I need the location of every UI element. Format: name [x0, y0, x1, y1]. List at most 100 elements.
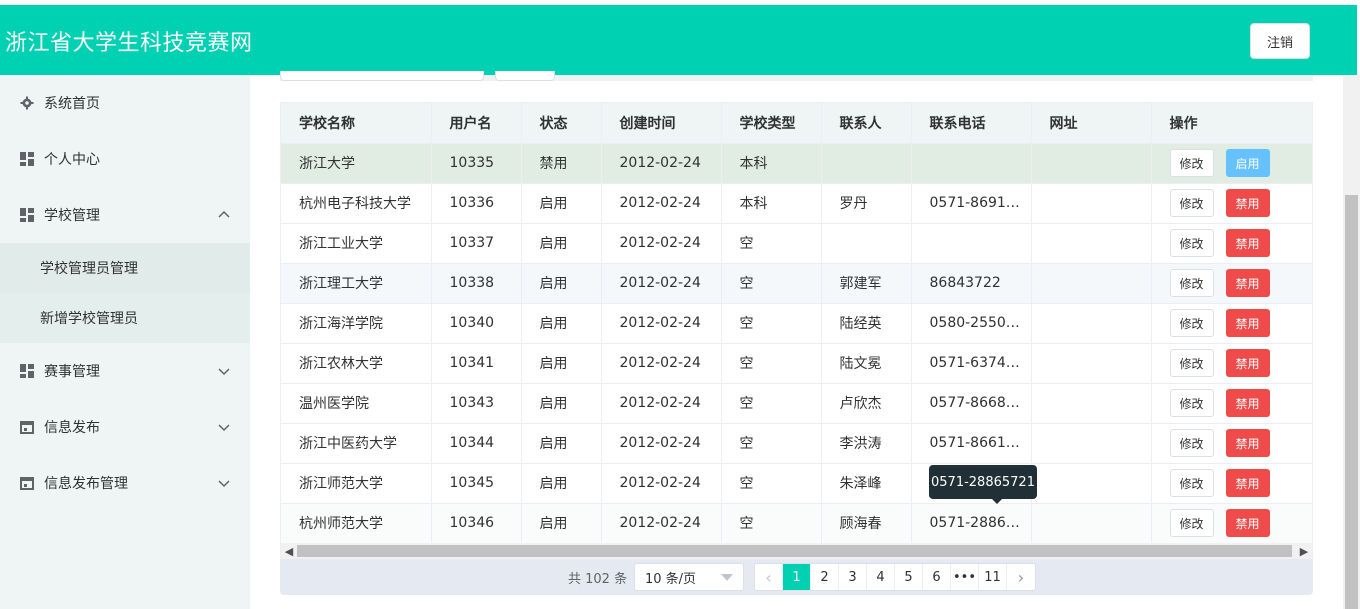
chevron-down-icon	[218, 424, 230, 432]
page-button[interactable]: 4	[867, 564, 895, 590]
page-button[interactable]: 2	[811, 564, 839, 590]
enable-button[interactable]: 启用	[1225, 149, 1270, 177]
sidebar-subitem-add-school-admin[interactable]: 新增学校管理员	[0, 293, 250, 343]
column-header: 网址	[1031, 103, 1152, 144]
table-row: 浙江师范大学 10345 启用 2012-02-24 空朱泽峰 修改 禁用	[281, 463, 1312, 504]
edit-button[interactable]: 修改	[1169, 429, 1214, 457]
sidebar-subitem-school-admins[interactable]: 学校管理员管理	[0, 243, 250, 293]
phone-cell: 0571-6374…	[911, 343, 1032, 384]
created-time-cell: 2012-02-24	[601, 183, 722, 224]
username-cell: 10335	[431, 143, 522, 184]
edit-button[interactable]: 修改	[1169, 149, 1214, 177]
scroll-left-icon[interactable]: ◀	[281, 543, 297, 559]
school-type-cell: 空	[721, 303, 822, 344]
chevron-down-icon	[218, 480, 230, 488]
school-name-cell: 浙江师范大学	[281, 463, 432, 504]
table-row: 浙江海洋学院 10340 启用 2012-02-24 空陆经英 0580-2550… 修改禁…	[281, 303, 1312, 344]
page-size-select[interactable]: 10 条/页	[634, 563, 744, 591]
more-pages-icon[interactable]: •••	[951, 564, 979, 590]
logout-button[interactable]: 注销	[1250, 23, 1310, 59]
next-page-button[interactable]: ›	[1007, 564, 1035, 590]
status-cell: 启用	[521, 303, 602, 344]
phone-cell: 0577-8668…	[911, 383, 1032, 424]
sidebar-item-competition-management[interactable]: 赛事管理	[0, 343, 250, 399]
scroll-right-icon[interactable]: ▶	[1296, 543, 1312, 559]
filter-button[interactable]	[495, 71, 555, 81]
sidebar-item-school-management[interactable]: 学校管理	[0, 187, 250, 243]
school-name-cell: 杭州师范大学	[281, 503, 432, 544]
column-header: 创建时间	[601, 103, 722, 144]
school-name-cell: 浙江农林大学	[281, 343, 432, 384]
filter-bar	[280, 71, 1313, 81]
disable-button[interactable]: 禁用	[1225, 349, 1270, 377]
actions-cell: 修改 禁用	[1151, 303, 1312, 344]
actions-cell: 修改 启用	[1151, 143, 1312, 184]
sidebar-item-label: 学校管理	[44, 208, 100, 224]
sidebar-item-info-publish[interactable]: 信息发布	[0, 399, 250, 455]
username-cell: 10341	[431, 343, 522, 384]
disable-button[interactable]: 禁用	[1225, 269, 1270, 297]
page-button[interactable]: 3	[839, 564, 867, 590]
disable-button[interactable]: 禁用	[1225, 429, 1270, 457]
phone-cell	[911, 143, 1032, 184]
edit-button[interactable]: 修改	[1169, 189, 1214, 217]
sidebar-item-profile[interactable]: 个人中心	[0, 131, 250, 187]
school-name-cell: 浙江大学	[281, 143, 432, 184]
contact-cell: 陆经英	[821, 303, 912, 344]
created-time-cell: 2012-02-24	[601, 383, 722, 424]
edit-button[interactable]: 修改	[1169, 469, 1214, 497]
disable-button[interactable]: 禁用	[1225, 469, 1270, 497]
page-button[interactable]: 6	[923, 564, 951, 590]
contact-cell: 朱泽峰	[821, 463, 912, 504]
phone-cell: 0571-2886…	[911, 503, 1032, 544]
created-time-cell: 2012-02-24	[601, 223, 722, 264]
url-cell	[1031, 143, 1152, 184]
scrollbar-thumb[interactable]	[1345, 195, 1358, 609]
url-cell	[1031, 463, 1152, 504]
vertical-scrollbar[interactable]	[1343, 75, 1360, 609]
status-cell: 启用	[521, 263, 602, 304]
created-time-cell: 2012-02-24	[601, 263, 722, 304]
sidebar-item-home[interactable]: 系统首页	[0, 75, 250, 131]
disable-button[interactable]: 禁用	[1225, 389, 1270, 417]
grid-icon	[20, 152, 34, 166]
status-cell: 启用	[521, 503, 602, 544]
table-row: 浙江大学 10335 禁用 2012-02-24 本科 修改 启用	[281, 143, 1312, 184]
edit-button[interactable]: 修改	[1169, 269, 1214, 297]
column-header: 操作	[1151, 103, 1312, 144]
page-button[interactable]: 1	[783, 564, 811, 590]
disable-button[interactable]: 禁用	[1225, 229, 1270, 257]
contact-cell: 罗丹	[821, 183, 912, 224]
phone-cell: 0571-8691…	[911, 183, 1032, 224]
username-cell: 10336	[431, 183, 522, 224]
horizontal-scrollbar[interactable]: ◀ ▶	[281, 543, 1312, 559]
page-button[interactable]: 5	[895, 564, 923, 590]
created-time-cell: 2012-02-24	[601, 423, 722, 464]
prev-page-button[interactable]: ‹	[755, 564, 783, 590]
page-size-value: 10 条/页	[645, 571, 697, 587]
page-button[interactable]: 11	[979, 564, 1007, 590]
edit-button[interactable]: 修改	[1169, 229, 1214, 257]
filter-input[interactable]	[280, 71, 484, 81]
column-header: 学校名称	[281, 103, 432, 144]
created-time-cell: 2012-02-24	[601, 463, 722, 504]
edit-button[interactable]: 修改	[1169, 509, 1214, 537]
table-row: 浙江中医药大学 10344 启用 2012-02-24 空李洪涛 0571-8661… 修改…	[281, 423, 1312, 464]
edit-button[interactable]: 修改	[1169, 349, 1214, 377]
status-cell: 启用	[521, 343, 602, 384]
disable-button[interactable]: 禁用	[1225, 509, 1270, 537]
edit-button[interactable]: 修改	[1169, 309, 1214, 337]
contact-cell: 李洪涛	[821, 423, 912, 464]
grid-icon	[20, 208, 34, 222]
disable-button[interactable]: 禁用	[1225, 309, 1270, 337]
scrollbar-thumb[interactable]	[297, 545, 1292, 557]
disable-button[interactable]: 禁用	[1225, 189, 1270, 217]
phone-cell: 0580-2550…	[911, 303, 1032, 344]
school-type-cell: 空	[721, 223, 822, 264]
contact-cell: 郭建军	[821, 263, 912, 304]
sidebar-item-info-publish-management[interactable]: 信息发布管理	[0, 455, 250, 511]
edit-button[interactable]: 修改	[1169, 389, 1214, 417]
status-cell: 禁用	[521, 143, 602, 184]
phone-cell: 0571-8661…	[911, 423, 1032, 464]
username-cell: 10344	[431, 423, 522, 464]
